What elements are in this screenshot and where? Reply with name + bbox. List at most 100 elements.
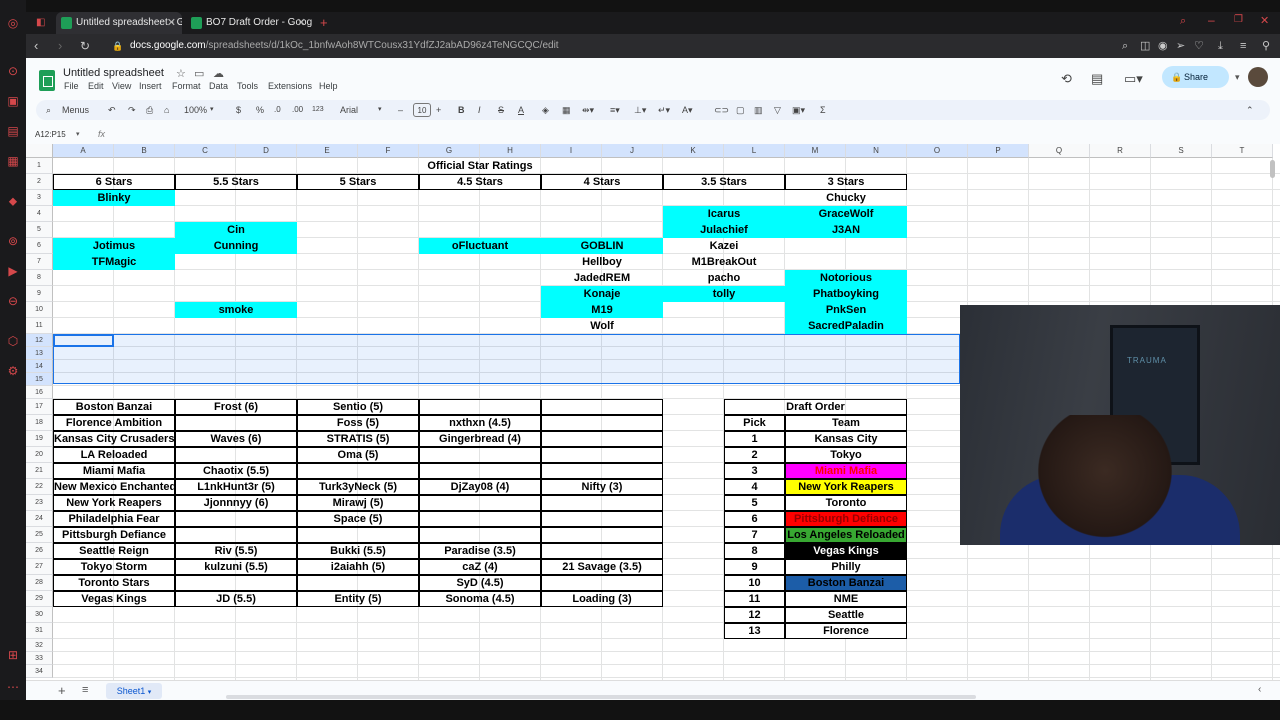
team-player-cell[interactable] [297, 527, 419, 543]
team-player-cell[interactable] [297, 575, 419, 591]
team-player-cell[interactable] [541, 575, 663, 591]
player-cell[interactable]: TFMagic [53, 254, 175, 270]
row-header-16[interactable]: 16 [26, 386, 53, 399]
menu-data[interactable]: Data [209, 81, 228, 91]
player-cell[interactable]: Chucky [785, 190, 907, 206]
extensions-icon[interactable]: ⬡ [6, 334, 20, 348]
menu-tools[interactable]: Tools [237, 81, 258, 91]
column-header-i[interactable]: I [541, 144, 602, 158]
team-player-cell[interactable]: L1nkHunt3r (5) [175, 479, 297, 495]
pick-number-cell[interactable]: 2 [724, 447, 785, 463]
player-cell[interactable]: smoke [175, 302, 297, 318]
team-player-cell[interactable] [419, 527, 541, 543]
team-player-cell[interactable]: Sentio (5) [297, 399, 419, 415]
column-header-m[interactable]: M [785, 144, 846, 158]
column-header-k[interactable]: K [663, 144, 724, 158]
player-cell[interactable]: GOBLIN [541, 238, 663, 254]
team-player-cell[interactable]: DjZay08 (4) [419, 479, 541, 495]
team-player-cell[interactable]: Chaotix (5.5) [175, 463, 297, 479]
row-header-9[interactable]: 9 [26, 286, 53, 302]
undo-icon[interactable]: ↶ [108, 100, 116, 120]
fill-color-icon[interactable]: ◈ [542, 100, 549, 120]
speed-dial-icon[interactable]: ⊙ [6, 64, 20, 78]
text-wrapping-icon[interactable]: ↵▾ [658, 100, 670, 120]
team-player-cell[interactable]: Space (5) [297, 511, 419, 527]
team-player-cell[interactable] [541, 431, 663, 447]
row-header-5[interactable]: 5 [26, 222, 53, 238]
select-all-corner[interactable] [26, 144, 53, 158]
workspace-icon[interactable]: ◧ [30, 12, 56, 34]
team-player-cell[interactable] [419, 463, 541, 479]
maximize-icon[interactable]: ❐ [1234, 14, 1243, 25]
player-cell[interactable]: M1BreakOut [663, 254, 785, 270]
player-cell[interactable]: Wolf [541, 318, 663, 334]
explore-collapse-icon[interactable]: ‹ [1258, 684, 1261, 695]
player-cell[interactable]: Cin [175, 222, 297, 238]
team-name-cell[interactable]: Seattle Reign [53, 543, 175, 559]
player-cell[interactable]: JadedREM [541, 270, 663, 286]
team-player-cell[interactable]: kulzuni (5.5) [175, 559, 297, 575]
draft-team-cell[interactable]: Tokyo [785, 447, 907, 463]
sheet-tab-sheet1[interactable]: Sheet1 ▾ [106, 683, 162, 699]
vpn-icon[interactable]: ⊚ [6, 234, 20, 248]
paint-format-icon[interactable]: ⌂ [164, 100, 169, 120]
draft-team-cell[interactable]: Seattle [785, 607, 907, 623]
menu-edit[interactable]: Edit [88, 81, 104, 91]
draft-team-cell[interactable]: Philly [785, 559, 907, 575]
version-history-icon[interactable]: ⟲ [1061, 71, 1072, 87]
bold-icon[interactable]: B [458, 100, 465, 120]
horizontal-scrollbar[interactable] [226, 695, 976, 699]
team-player-cell[interactable]: Frost (6) [175, 399, 297, 415]
draft-team-cell[interactable]: Los Angeles Reloaded [785, 527, 907, 543]
camera-icon[interactable]: ◫ [1140, 34, 1150, 58]
row-header-3[interactable]: 3 [26, 190, 53, 206]
team-player-cell[interactable] [175, 415, 297, 431]
reload-icon[interactable]: ↻ [80, 34, 90, 58]
column-header-n[interactable]: N [846, 144, 907, 158]
font-size-minus-icon[interactable]: – [398, 100, 403, 120]
player-cell[interactable]: Blinky [53, 190, 175, 206]
draft-team-cell[interactable]: Vegas Kings [785, 543, 907, 559]
row-header-10[interactable]: 10 [26, 302, 53, 318]
menu-view[interactable]: View [112, 81, 131, 91]
team-player-cell[interactable] [419, 511, 541, 527]
column-header-a[interactable]: A [53, 144, 114, 158]
star-header[interactable]: 6 Stars [53, 174, 175, 190]
download-icon[interactable]: ⤓ [1218, 34, 1223, 58]
pin-icon[interactable]: ⊞ [6, 648, 20, 662]
print-icon[interactable]: ⎙ [146, 100, 153, 120]
row-header-32[interactable]: 32 [26, 639, 53, 652]
search-tabs-icon[interactable]: ⌕ [1180, 15, 1186, 28]
insert-comment-icon[interactable]: ▢ [736, 100, 745, 120]
row-header-22[interactable]: 22 [26, 479, 53, 495]
row-header-30[interactable]: 30 [26, 607, 53, 623]
easy-setup-icon[interactable]: ≡ [1240, 34, 1246, 58]
team-player-cell[interactable]: caZ (4) [419, 559, 541, 575]
filter-views-icon[interactable]: ▣▾ [792, 100, 805, 120]
forward-icon[interactable]: › [58, 34, 62, 58]
team-player-cell[interactable]: Riv (5.5) [175, 543, 297, 559]
font-size-input[interactable]: 10 [413, 103, 431, 117]
pick-header[interactable]: Pick [724, 415, 785, 431]
player-cell[interactable]: Cunning [175, 238, 297, 254]
column-header-b[interactable]: B [114, 144, 175, 158]
team-player-cell[interactable]: STRATIS (5) [297, 431, 419, 447]
column-header-c[interactable]: C [175, 144, 236, 158]
column-header-t[interactable]: T [1212, 144, 1273, 158]
team-player-cell[interactable]: Nifty (3) [541, 479, 663, 495]
italic-icon[interactable]: I [478, 100, 481, 120]
column-header-d[interactable]: D [236, 144, 297, 158]
move-folder-icon[interactable]: ▭ [194, 67, 204, 80]
url-field[interactable]: docs.google.com/spreadsheets/d/1kOc_1bnf… [130, 34, 559, 58]
column-header-p[interactable]: P [968, 144, 1029, 158]
team-player-cell[interactable]: 21 Savage (3.5) [541, 559, 663, 575]
pick-number-cell[interactable]: 7 [724, 527, 785, 543]
sheets-logo-icon[interactable] [39, 70, 55, 91]
draft-team-cell[interactable]: New York Reapers [785, 479, 907, 495]
messenger-icon[interactable]: ▦ [6, 154, 20, 168]
row-header-15[interactable]: 15 [26, 373, 53, 386]
row-header-25[interactable]: 25 [26, 527, 53, 543]
column-header-e[interactable]: E [297, 144, 358, 158]
document-title[interactable]: Untitled spreadsheet [63, 67, 164, 79]
row-header-20[interactable]: 20 [26, 447, 53, 463]
